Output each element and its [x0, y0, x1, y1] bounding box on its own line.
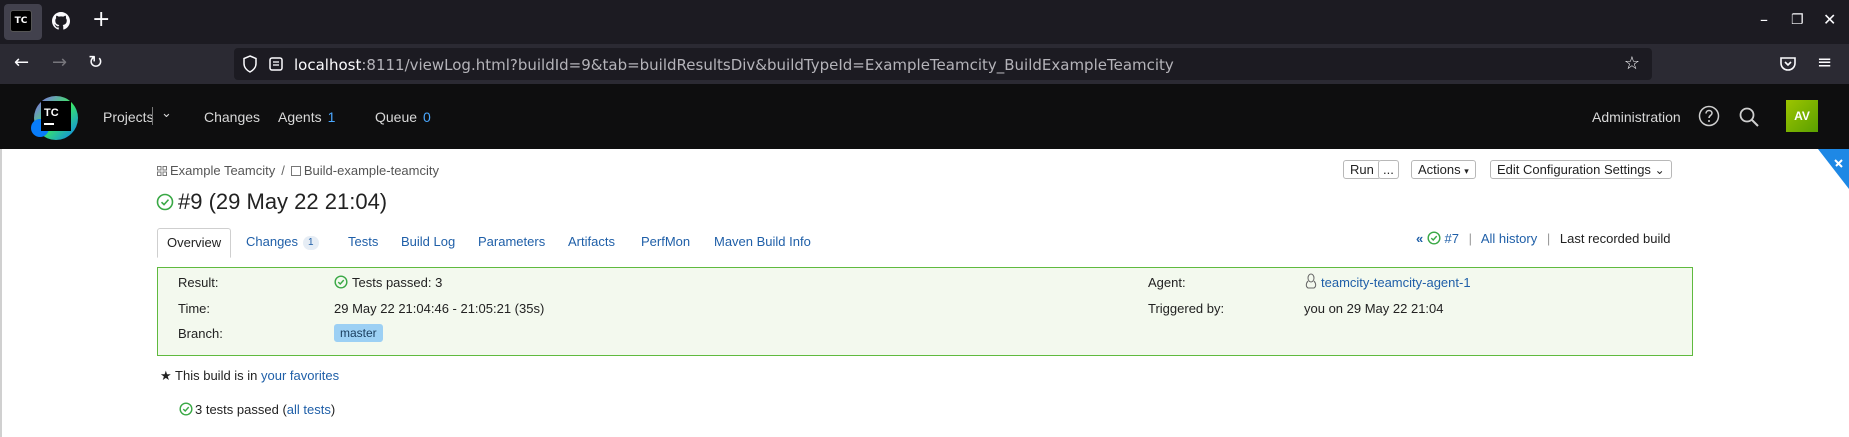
page-info-icon[interactable]: [268, 56, 284, 72]
previous-builds-chevron-icon[interactable]: «: [1416, 231, 1423, 246]
url-text[interactable]: localhost:8111/viewLog.html?buildId=9&ta…: [294, 56, 1174, 74]
projects-separator: [152, 107, 153, 125]
build-history-nav: « #7 | All history | Last recorded build: [1416, 231, 1670, 246]
github-tab-icon[interactable]: [52, 12, 70, 30]
tab-maven-build-info[interactable]: Maven Build Info: [714, 228, 811, 258]
svg-text:TC: TC: [44, 107, 59, 119]
search-icon[interactable]: [1738, 106, 1760, 128]
previous-build-link[interactable]: #7: [1444, 231, 1458, 246]
changes-count-badge: 1: [303, 236, 319, 250]
run-options-button[interactable]: ...: [1378, 160, 1399, 179]
browser-menu-icon[interactable]: ≡: [1817, 52, 1832, 73]
build-tabs: Overview Changes 1 Tests Build Log Parame…: [157, 228, 817, 258]
actions-dropdown[interactable]: Actions ▾: [1411, 160, 1476, 179]
success-check-icon: [156, 193, 174, 211]
result-label: Result:: [178, 275, 219, 290]
build-config-icon: [290, 165, 301, 176]
close-window-button[interactable]: ✕: [1823, 10, 1836, 29]
linux-penguin-icon: [1305, 273, 1317, 289]
bookmark-star-icon[interactable]: ☆: [1624, 53, 1640, 74]
build-results-panel: Result: Tests passed: 3 Time: 29 May 22 …: [157, 267, 1693, 356]
actions-chevron-icon: ▾: [1464, 166, 1469, 176]
agent-value: teamcity-teamcity-agent-1: [1304, 273, 1471, 290]
tab-changes[interactable]: Changes 1: [246, 228, 319, 258]
help-icon[interactable]: [1698, 105, 1720, 127]
tab-build-log[interactable]: Build Log: [401, 228, 455, 258]
triggered-label: Triggered by:: [1148, 301, 1225, 316]
agents-count: 1: [327, 109, 336, 125]
agent-link[interactable]: teamcity-teamcity-agent-1: [1321, 275, 1471, 290]
tab-overview[interactable]: Overview: [157, 228, 232, 258]
restore-window-button[interactable]: ❐: [1791, 12, 1804, 28]
page-left-border: [0, 149, 2, 437]
favorite-star-icon[interactable]: ★: [160, 369, 172, 384]
prev-success-check-icon: [1427, 231, 1441, 245]
tracking-shield-icon[interactable]: [242, 55, 258, 73]
browser-tab-bar: TC + – ❐ ✕: [0, 0, 1849, 44]
run-button[interactable]: Run: [1343, 160, 1381, 179]
favorites-line: ★ This build is in your favorites: [160, 368, 340, 384]
last-recorded-build: Last recorded build: [1559, 231, 1671, 246]
time-value: 29 May 22 21:04:46 - 21:05:21 (35s): [334, 301, 545, 316]
breadcrumb-separator: /: [281, 163, 285, 179]
edit-config-dropdown[interactable]: Edit Configuration Settings ⌄: [1490, 160, 1672, 179]
teamcity-logo[interactable]: TC: [30, 92, 82, 144]
tests-summary-check-icon: [179, 402, 193, 416]
user-avatar[interactable]: AV: [1786, 100, 1818, 132]
teamcity-header: TC Projects ⌄ Changes Agents 1 Queue 0 Adm…: [0, 84, 1849, 149]
breadcrumb: Example Teamcity / Build-example-teamcity: [157, 162, 439, 178]
forward-arrow-icon[interactable]: →: [52, 52, 67, 74]
build-title: #9 (29 May 22 21:04): [156, 189, 387, 215]
tests-passed-check-icon: [334, 275, 348, 289]
reload-icon[interactable]: ↻: [88, 52, 103, 74]
agent-label: Agent:: [1148, 275, 1186, 290]
all-tests-link[interactable]: all tests: [287, 402, 331, 417]
favorites-link[interactable]: your favorites: [261, 368, 339, 383]
nav-administration[interactable]: Administration: [1592, 109, 1681, 125]
queue-count: 0: [423, 109, 431, 125]
history-separator: |: [1468, 231, 1472, 246]
new-tab-button[interactable]: +: [92, 9, 110, 31]
tab-perfmon[interactable]: PerfMon: [641, 228, 690, 258]
nav-queue[interactable]: Queue 0: [375, 109, 431, 125]
projects-dropdown-chevron-icon[interactable]: ⌄: [161, 105, 172, 121]
teamcity-favicon-icon[interactable]: TC: [10, 10, 32, 32]
breadcrumb-project-link[interactable]: Example Teamcity: [170, 163, 275, 178]
all-history-link[interactable]: All history: [1481, 231, 1537, 246]
browser-nav-bar: ← → ↻ localhost:8111/viewLog.html?buildI…: [0, 44, 1849, 84]
time-label: Time:: [178, 301, 211, 316]
pocket-icon[interactable]: [1778, 54, 1798, 74]
result-value: Tests passed: 3: [334, 275, 442, 290]
breadcrumb-config-link[interactable]: Build-example-teamcity: [304, 163, 439, 178]
minimize-window-button[interactable]: –: [1760, 10, 1768, 29]
tab-artifacts[interactable]: Artifacts: [568, 228, 615, 258]
tab-tests[interactable]: Tests: [348, 228, 378, 258]
branch-badge[interactable]: master: [334, 324, 383, 342]
tests-summary: 3 tests passed (all tests): [179, 402, 335, 417]
nav-changes[interactable]: Changes: [204, 109, 260, 125]
back-arrow-icon[interactable]: ←: [14, 52, 29, 74]
triggered-value: you on 29 May 22 21:04: [1304, 301, 1444, 316]
nav-agents[interactable]: Agents 1: [278, 109, 335, 125]
edit-config-chevron-icon: ⌄: [1654, 163, 1665, 177]
tab-parameters[interactable]: Parameters: [478, 228, 545, 258]
nav-projects[interactable]: Projects: [103, 109, 154, 125]
corner-edit-badge[interactable]: [1818, 149, 1849, 189]
history-separator: |: [1546, 231, 1551, 246]
url-bar[interactable]: localhost:8111/viewLog.html?buildId=9&ta…: [234, 48, 1652, 80]
project-icon: [157, 165, 167, 176]
branch-label: Branch:: [178, 326, 223, 341]
